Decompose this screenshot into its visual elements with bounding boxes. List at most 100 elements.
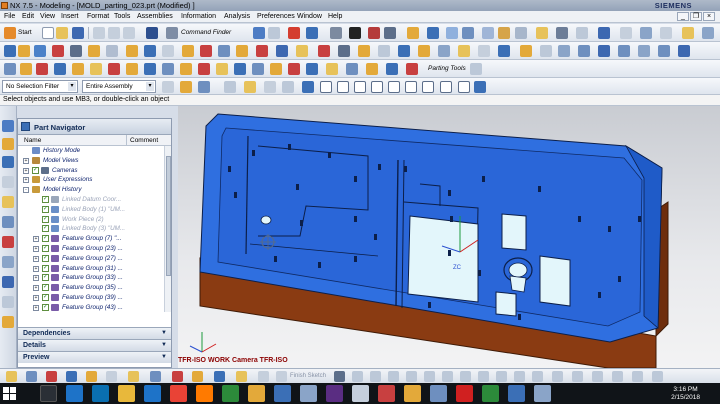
taskbar-clock[interactable]: 3:16 PM 2/15/2018 <box>671 386 700 402</box>
tree-node[interactable]: ✓ Linked Body (3) "UM... <box>18 224 164 234</box>
start-button[interactable]: Start <box>18 29 32 36</box>
expand-icon[interactable]: + <box>33 304 39 311</box>
tree-node[interactable]: ✓ Linked Datum Coor... <box>18 195 164 205</box>
extract-icon[interactable] <box>478 45 490 57</box>
powerpoint-icon[interactable] <box>378 385 395 402</box>
snap-line-icon[interactable] <box>320 81 332 93</box>
save-icon[interactable] <box>72 27 84 39</box>
store-icon[interactable] <box>144 385 161 402</box>
sketch-tool-8-icon[interactable] <box>150 371 161 382</box>
ruled-icon[interactable] <box>578 45 590 57</box>
sketch-tool-7-icon[interactable] <box>128 371 139 382</box>
snap-intersection-icon[interactable] <box>422 81 434 93</box>
sketch-tool-9-icon[interactable] <box>172 371 183 382</box>
constraint-navigator-icon[interactable] <box>2 138 14 150</box>
mold-part-model[interactable]: ZC <box>178 106 720 368</box>
start-icon[interactable] <box>4 27 16 39</box>
finish-sketch-icon[interactable] <box>276 371 287 382</box>
command-finder-button[interactable]: Command Finder <box>181 29 231 36</box>
insert-icon[interactable] <box>498 27 510 39</box>
visibility-checkbox[interactable]: ✓ <box>42 293 49 301</box>
render-style-icon[interactable] <box>349 27 361 39</box>
insert-pocket-4[interactable] <box>495 291 517 317</box>
assembly-scope-dropdown[interactable]: Entire Assembly ▾ <box>82 80 156 93</box>
drawing-icon[interactable] <box>640 27 652 39</box>
tree-node[interactable]: ✓ Linked Body (1) "UM... <box>18 205 164 215</box>
mold-tool-15-icon[interactable] <box>252 63 264 75</box>
app-14-icon[interactable] <box>404 385 421 402</box>
circle-icon[interactable] <box>388 371 399 382</box>
details-panel[interactable]: Details ▼ <box>18 339 171 351</box>
split-body-icon[interactable] <box>438 45 450 57</box>
paste-icon[interactable] <box>123 27 135 39</box>
ejector-icon[interactable] <box>536 27 548 39</box>
app-12-icon[interactable] <box>352 385 369 402</box>
mold-tool-21-icon[interactable] <box>366 63 378 75</box>
menu-view[interactable]: View <box>40 13 55 20</box>
column-comment[interactable]: Comment <box>130 137 158 144</box>
expand-icon[interactable]: + <box>33 236 39 243</box>
sketch-tool-4-icon[interactable] <box>66 371 77 382</box>
through-curves-icon[interactable] <box>558 45 570 57</box>
select-type-icon[interactable] <box>162 81 174 93</box>
sketch-tool-12-icon[interactable] <box>236 371 247 382</box>
visibility-checkbox[interactable]: ✓ <box>32 166 39 174</box>
menu-information[interactable]: Information <box>181 13 216 20</box>
deselect-icon[interactable] <box>264 81 276 93</box>
mold-wizard-icon[interactable] <box>407 27 419 39</box>
bom-icon[interactable] <box>620 27 632 39</box>
expand-icon[interactable]: + <box>33 285 39 292</box>
n-sided-icon[interactable] <box>618 45 630 57</box>
palette-icon[interactable] <box>2 316 14 328</box>
snap-control-icon[interactable] <box>354 81 366 93</box>
snap-circle-icon[interactable] <box>388 81 400 93</box>
mold-tool-20-icon[interactable] <box>346 63 358 75</box>
visibility-checkbox[interactable]: ✓ <box>42 244 49 252</box>
nx-taskbar-icon[interactable] <box>248 385 265 402</box>
parting-tools-icon[interactable] <box>406 63 418 75</box>
unused-part-icon[interactable] <box>702 27 714 39</box>
visibility-checkbox[interactable]: ✓ <box>42 264 49 272</box>
sketch-tool-2-icon[interactable] <box>26 371 37 382</box>
boss-icon[interactable] <box>88 45 100 57</box>
part-navigator-icon[interactable] <box>2 156 14 168</box>
visibility-checkbox[interactable]: ✓ <box>42 215 49 223</box>
snap-existing-icon[interactable] <box>474 81 486 93</box>
app-18-icon[interactable] <box>508 385 525 402</box>
windows-start-icon[interactable] <box>3 387 16 400</box>
app-19-icon[interactable] <box>534 385 551 402</box>
collapse-icon[interactable]: - <box>23 187 29 194</box>
system-materials-icon[interactable] <box>2 216 14 228</box>
minimize-icon[interactable]: _ <box>677 12 689 21</box>
mold-tool-9-icon[interactable] <box>144 63 156 75</box>
hp-icon[interactable] <box>92 385 109 402</box>
mirror-curve-icon[interactable] <box>552 371 563 382</box>
tree-node[interactable]: + User Expressions <box>18 175 164 185</box>
tree-node[interactable]: + Model Views <box>18 156 164 166</box>
copy-icon[interactable] <box>108 27 120 39</box>
swept-icon[interactable] <box>598 45 610 57</box>
sketch-tool-11-icon[interactable] <box>214 371 225 382</box>
mold-tool-11-icon[interactable] <box>180 63 192 75</box>
expand-icon[interactable]: + <box>33 294 39 301</box>
preview-panel[interactable]: Preview ▼ <box>18 351 171 363</box>
trim-body-icon[interactable] <box>236 45 248 57</box>
menu-tools[interactable]: Tools <box>114 13 130 20</box>
cut-icon[interactable] <box>93 27 105 39</box>
cube-view-icon[interactable] <box>330 27 342 39</box>
tree-node[interactable]: + ✓ Cameras <box>18 166 164 176</box>
history-icon[interactable] <box>2 196 14 208</box>
menu-file[interactable]: File <box>4 13 15 20</box>
app-10-icon[interactable] <box>300 385 317 402</box>
app-16-icon[interactable] <box>456 385 473 402</box>
line-icon[interactable] <box>352 371 363 382</box>
region-icon[interactable] <box>520 45 532 57</box>
insert-pocket-large[interactable] <box>407 215 479 303</box>
visibility-checkbox[interactable]: ✓ <box>42 274 49 282</box>
visibility-checkbox[interactable]: ✓ <box>42 235 49 243</box>
expand-icon[interactable]: + <box>33 265 39 272</box>
expand-icon[interactable]: + <box>23 167 29 174</box>
parting-dropdown-icon[interactable] <box>470 63 482 75</box>
mold-tool-8-icon[interactable] <box>126 63 138 75</box>
sketch-tool-3-icon[interactable] <box>46 371 57 382</box>
